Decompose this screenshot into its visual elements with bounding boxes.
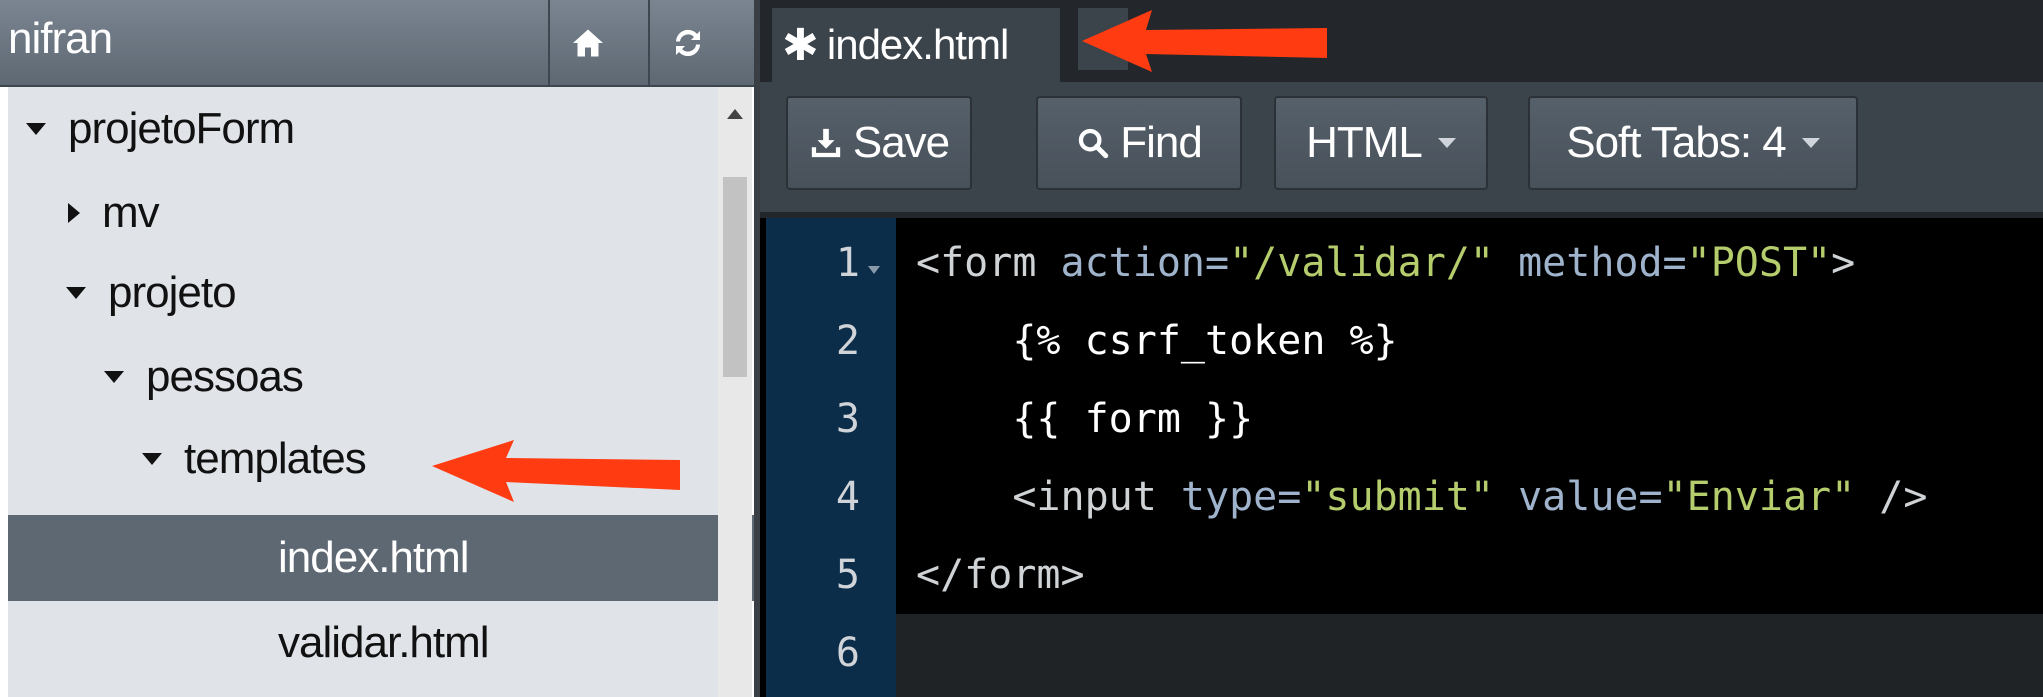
file-tree: projetoForm mv projeto pessoas templates… xyxy=(8,87,988,697)
code-line-3: {{ form }} xyxy=(916,396,1254,442)
save-label: Save xyxy=(852,118,950,167)
tree-item-projeto[interactable]: projeto xyxy=(8,251,776,335)
line-number-gutter: 1 2 3 4 5 6 xyxy=(766,218,896,697)
editor-panel: ✱ index.html Save Find HTML Soft Tabs: 4 xyxy=(760,0,2043,697)
code-line-5: </form> xyxy=(916,552,1085,598)
scroll-up-icon[interactable] xyxy=(727,109,743,119)
tab-label: index.html xyxy=(826,21,1009,68)
file-tree-scrollbar[interactable] xyxy=(718,87,752,697)
line-number: 2 xyxy=(835,318,860,364)
language-mode-dropdown[interactable]: HTML xyxy=(1274,96,1488,190)
expanded-caret-icon xyxy=(142,453,162,465)
tree-item-label: templates xyxy=(184,434,367,483)
language-mode-label: HTML xyxy=(1306,118,1423,167)
tree-item-mv[interactable]: mv xyxy=(8,171,778,255)
tab-index-html[interactable]: ✱ index.html xyxy=(772,8,1060,82)
home-button[interactable] xyxy=(548,0,626,85)
annotation-arrow-templates xyxy=(432,440,680,502)
tree-item-label: projetoForm xyxy=(68,104,295,153)
code-line-4: <input type="submit" value="Enviar" /> xyxy=(916,474,1928,520)
line-number: 1 xyxy=(835,240,860,286)
collapsed-caret-icon xyxy=(68,203,80,223)
code-line-2: {% csrf_token %} xyxy=(916,318,1398,364)
file-browser-panel: nifran projetoForm mv projeto pessoas te… xyxy=(0,0,988,697)
refresh-icon xyxy=(676,29,700,56)
soft-tabs-label: Soft Tabs: 4 xyxy=(1566,118,1787,167)
line-number: 4 xyxy=(835,474,860,520)
tree-item-label: pessoas xyxy=(146,352,304,401)
fold-arrow-icon[interactable] xyxy=(868,266,880,274)
soft-tabs-dropdown[interactable]: Soft Tabs: 4 xyxy=(1528,96,1858,190)
line-number: 6 xyxy=(835,630,860,676)
tree-item-projetoform[interactable]: projetoForm xyxy=(8,87,736,171)
expanded-caret-icon xyxy=(66,287,86,299)
modified-icon: ✱ xyxy=(782,20,819,70)
project-title: nifran xyxy=(8,14,113,63)
file-browser-header: nifran xyxy=(0,0,760,87)
download-icon xyxy=(811,128,841,158)
line-number: 3 xyxy=(835,396,860,442)
code-line-1: <form action="/validar/" method="POST"> xyxy=(916,240,1856,286)
active-line-highlight xyxy=(896,614,2043,697)
line-number: 5 xyxy=(835,552,860,598)
save-button[interactable]: Save xyxy=(786,96,972,190)
tree-item-label: validar.html xyxy=(278,618,490,667)
scrollbar-thumb[interactable] xyxy=(723,177,747,377)
tree-item-label: mv xyxy=(102,188,160,237)
editor-tab-bar: ✱ index.html xyxy=(760,0,2043,82)
annotation-arrow-tab xyxy=(1082,10,1327,72)
expanded-caret-icon xyxy=(104,371,124,383)
tree-item-label: index.html xyxy=(278,533,470,582)
home-icon xyxy=(573,29,603,56)
tree-item-pessoas[interactable]: pessoas xyxy=(8,335,814,419)
search-icon xyxy=(1079,128,1109,159)
editor-toolbar: Save Find HTML Soft Tabs: 4 xyxy=(760,82,2043,218)
code-editor[interactable]: 1 2 3 4 5 6 <form action="/validar/" met… xyxy=(760,218,2043,697)
expanded-caret-icon xyxy=(26,123,46,135)
tree-item-label: projeto xyxy=(108,268,237,317)
refresh-button[interactable] xyxy=(648,0,726,85)
chevron-down-icon xyxy=(1437,138,1456,148)
find-label: Find xyxy=(1120,118,1203,167)
chevron-down-icon xyxy=(1801,138,1820,148)
find-button[interactable]: Find xyxy=(1036,96,1242,190)
